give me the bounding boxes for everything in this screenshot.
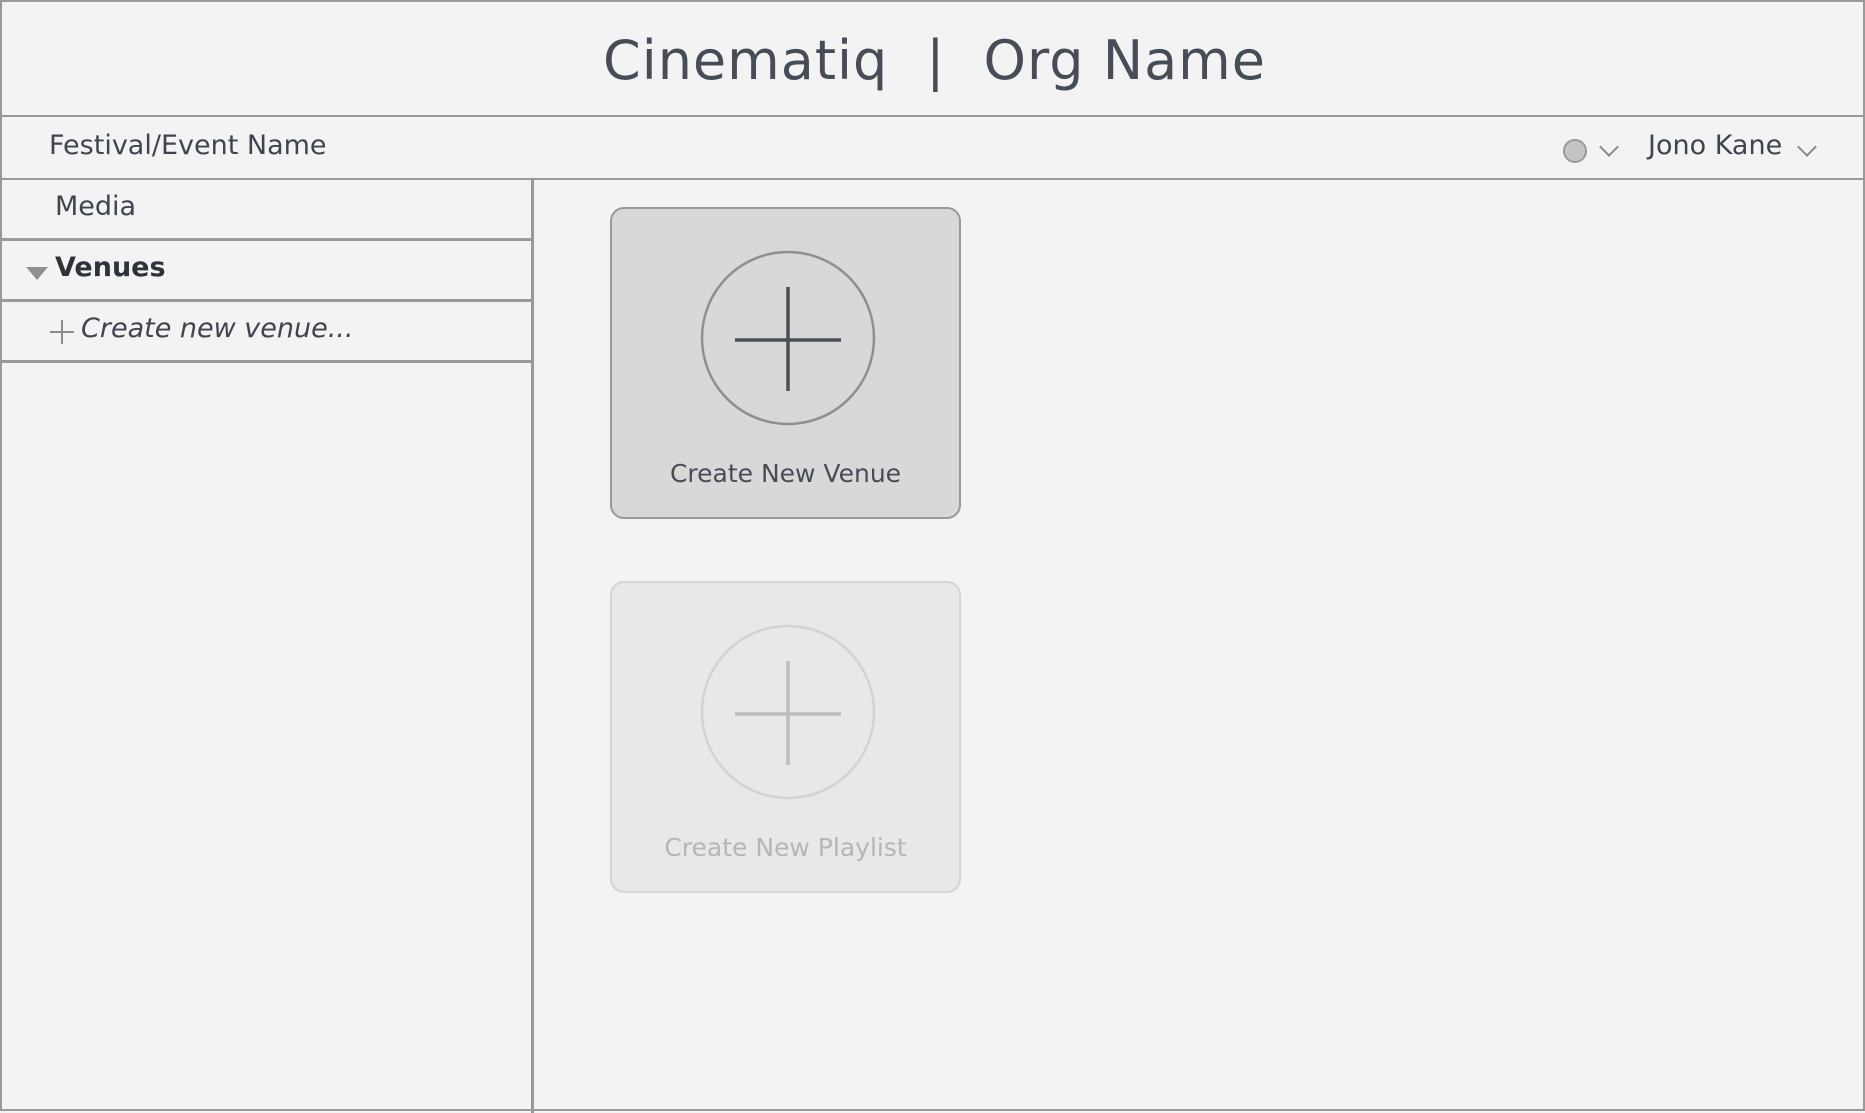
app-name: Cinematiq	[602, 28, 889, 92]
org-name: Org Name	[983, 28, 1267, 92]
sidebar: Media Venues Create new venue...	[2, 180, 534, 1113]
sidebar-item-label: Venues	[55, 252, 166, 283]
event-bar: Festival/Event Name Jono Kane	[2, 117, 1865, 180]
app-window: Cinematiq | Org Name Festival/Event Name…	[0, 0, 1865, 1113]
add-circle-icon	[700, 250, 876, 426]
sidebar-item-venues[interactable]: Venues	[2, 241, 531, 302]
add-circle-icon	[700, 624, 876, 800]
sidebar-item-media[interactable]: Media	[2, 180, 531, 241]
chevron-down-icon[interactable]	[1599, 137, 1619, 157]
status-dot-icon[interactable]	[1563, 139, 1587, 163]
chevron-down-icon[interactable]	[1797, 137, 1817, 157]
card-label: Create New Playlist	[664, 833, 907, 862]
plus-icon	[50, 320, 74, 344]
create-playlist-card: Create New Playlist	[610, 581, 961, 893]
sidebar-item-label: Media	[55, 191, 137, 222]
expand-triangle-icon[interactable]	[26, 267, 48, 280]
sidebar-item-create-venue[interactable]: Create new venue...	[2, 302, 531, 363]
card-label: Create New Venue	[669, 459, 902, 488]
create-venue-card[interactable]: Create New Venue	[610, 207, 961, 519]
title-separator: |	[926, 28, 946, 92]
event-name[interactable]: Festival/Event Name	[49, 130, 327, 161]
user-menu[interactable]: Jono Kane	[1648, 130, 1782, 161]
app-title-bar: Cinematiq | Org Name	[2, 5, 1865, 117]
sidebar-item-label: Create new venue...	[81, 313, 354, 344]
